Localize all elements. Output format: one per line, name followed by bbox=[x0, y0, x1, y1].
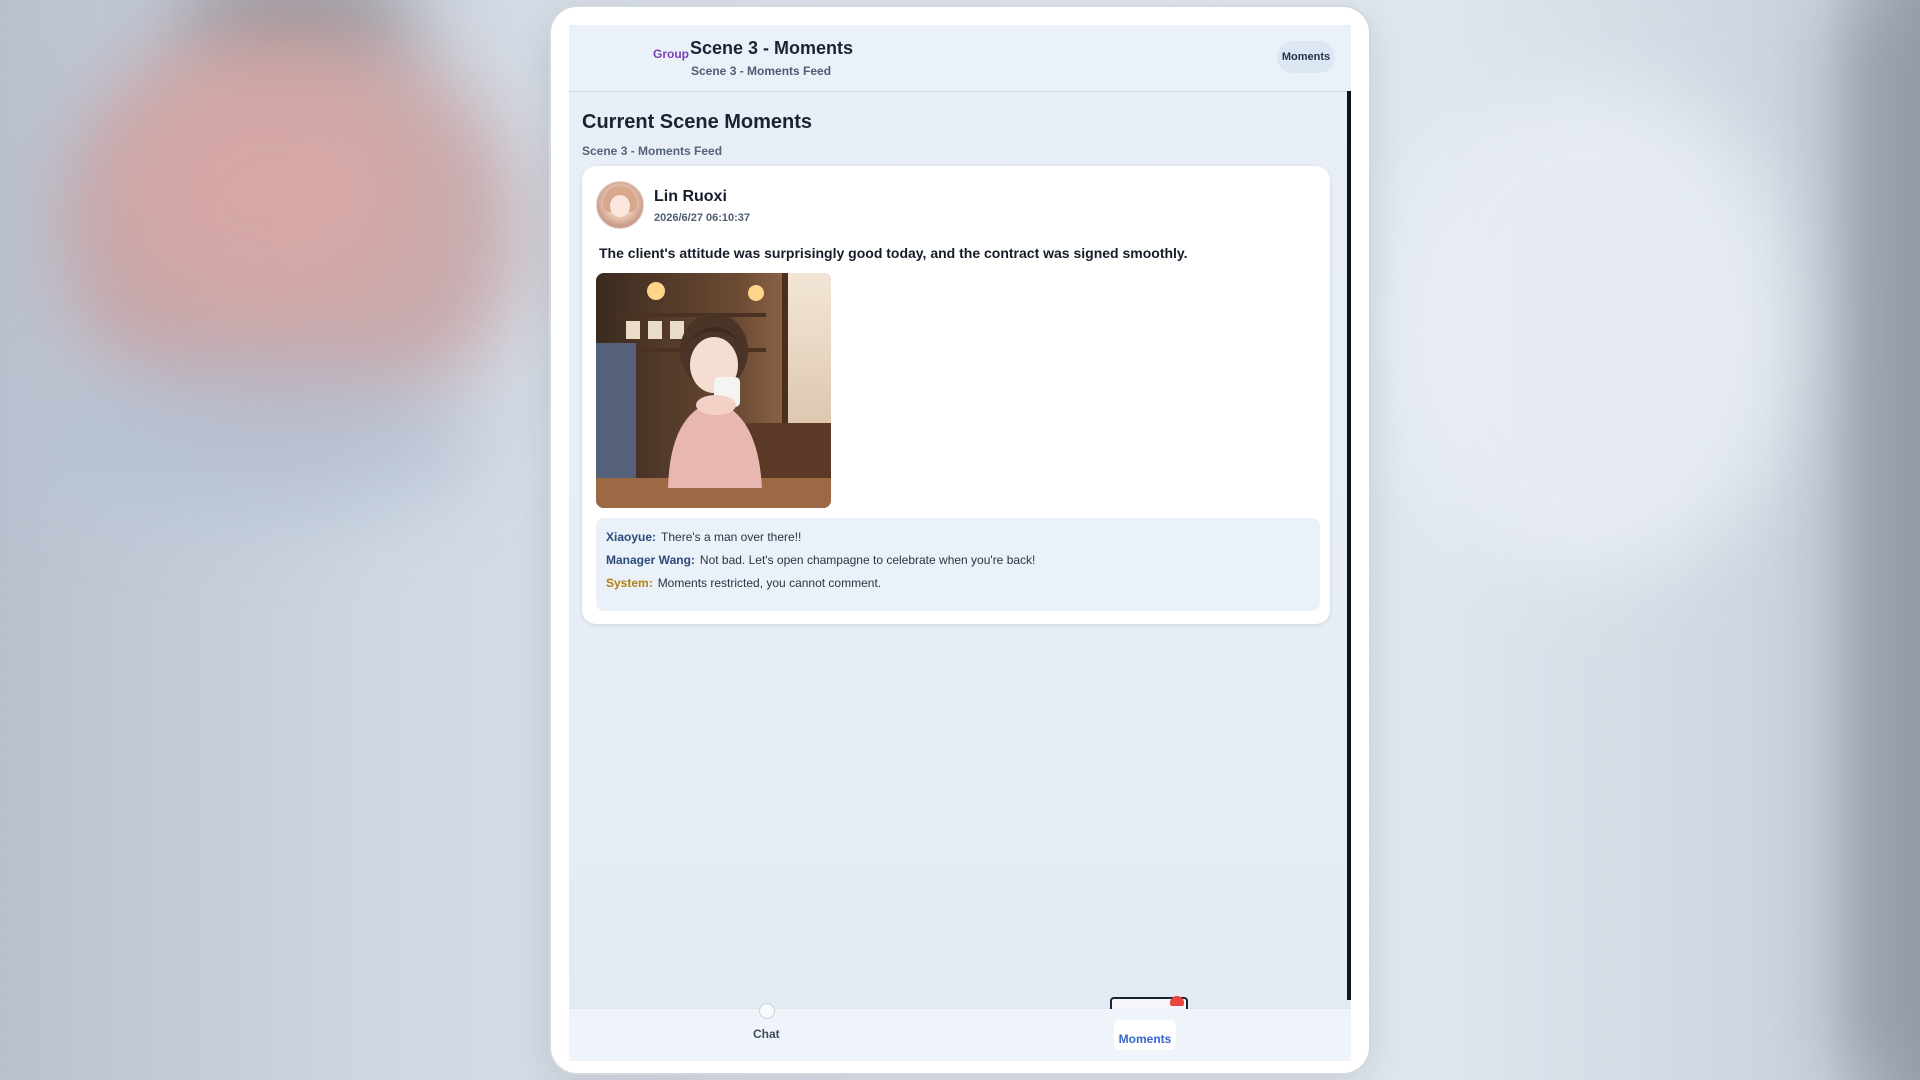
system-label: System: bbox=[606, 576, 653, 590]
comment-author[interactable]: Manager Wang: bbox=[606, 553, 695, 567]
comment-text: Not bad. Let's open champagne to celebra… bbox=[699, 553, 1036, 567]
background-blur bbox=[1840, 0, 1920, 1080]
background-blur bbox=[1380, 80, 1800, 580]
page-title: Scene 3 - Moments bbox=[690, 38, 854, 58]
app-header: Group Scene 3 - Moments Scene 3 - Moment… bbox=[569, 25, 1351, 92]
system-notice: System: Moments restricted, you cannot co… bbox=[606, 576, 881, 590]
avatar-face bbox=[610, 195, 630, 217]
page-subtitle: Scene 3 - Moments Feed bbox=[691, 64, 832, 78]
background-blur bbox=[120, 60, 420, 320]
moments-button[interactable]: Moments bbox=[1277, 41, 1335, 73]
scrollbar[interactable] bbox=[1347, 91, 1351, 1000]
notification-badge bbox=[1170, 996, 1184, 1006]
comment-item: Xiaoyue: There's a man over there!! bbox=[606, 530, 801, 544]
post-text: The client's attitude was surprisingly g… bbox=[599, 245, 1188, 261]
bottom-nav: Chat Moments bbox=[569, 996, 1351, 1061]
post-image[interactable] bbox=[596, 273, 831, 508]
comments-section: Xiaoyue: There's a man over there!! Manag… bbox=[596, 518, 1320, 611]
moment-post-card: Lin Ruoxi 2026/6/27 06:10:37 The client'… bbox=[582, 166, 1330, 624]
background-blur bbox=[40, 360, 480, 520]
post-author[interactable]: Lin Ruoxi bbox=[654, 188, 727, 206]
group-label[interactable]: Group bbox=[653, 47, 689, 61]
cafe-illustration bbox=[596, 273, 831, 508]
nav-tab-chat[interactable]: Chat bbox=[753, 1027, 780, 1041]
tablet-frame: Group Scene 3 - Moments Scene 3 - Moment… bbox=[551, 7, 1369, 1073]
post-timestamp: 2026/6/27 06:10:37 bbox=[654, 212, 751, 224]
avatar[interactable] bbox=[596, 181, 644, 229]
comment-item: Manager Wang: Not bad. Let's open champag… bbox=[606, 553, 1035, 567]
nav-tab-moments-label: Moments bbox=[1118, 1032, 1172, 1046]
system-notice-text: Moments restricted, you cannot comment. bbox=[657, 576, 882, 590]
comment-text: There's a man over there!! bbox=[661, 530, 802, 544]
chat-icon[interactable] bbox=[759, 1003, 775, 1019]
comment-author[interactable]: Xiaoyue: bbox=[606, 530, 656, 544]
section-subtitle: Scene 3 - Moments Feed bbox=[582, 144, 723, 158]
nav-tab-moments[interactable]: Moments bbox=[1114, 1020, 1176, 1050]
section-title: Current Scene Moments bbox=[582, 111, 813, 133]
app-screen: Group Scene 3 - Moments Scene 3 - Moment… bbox=[569, 25, 1351, 1061]
